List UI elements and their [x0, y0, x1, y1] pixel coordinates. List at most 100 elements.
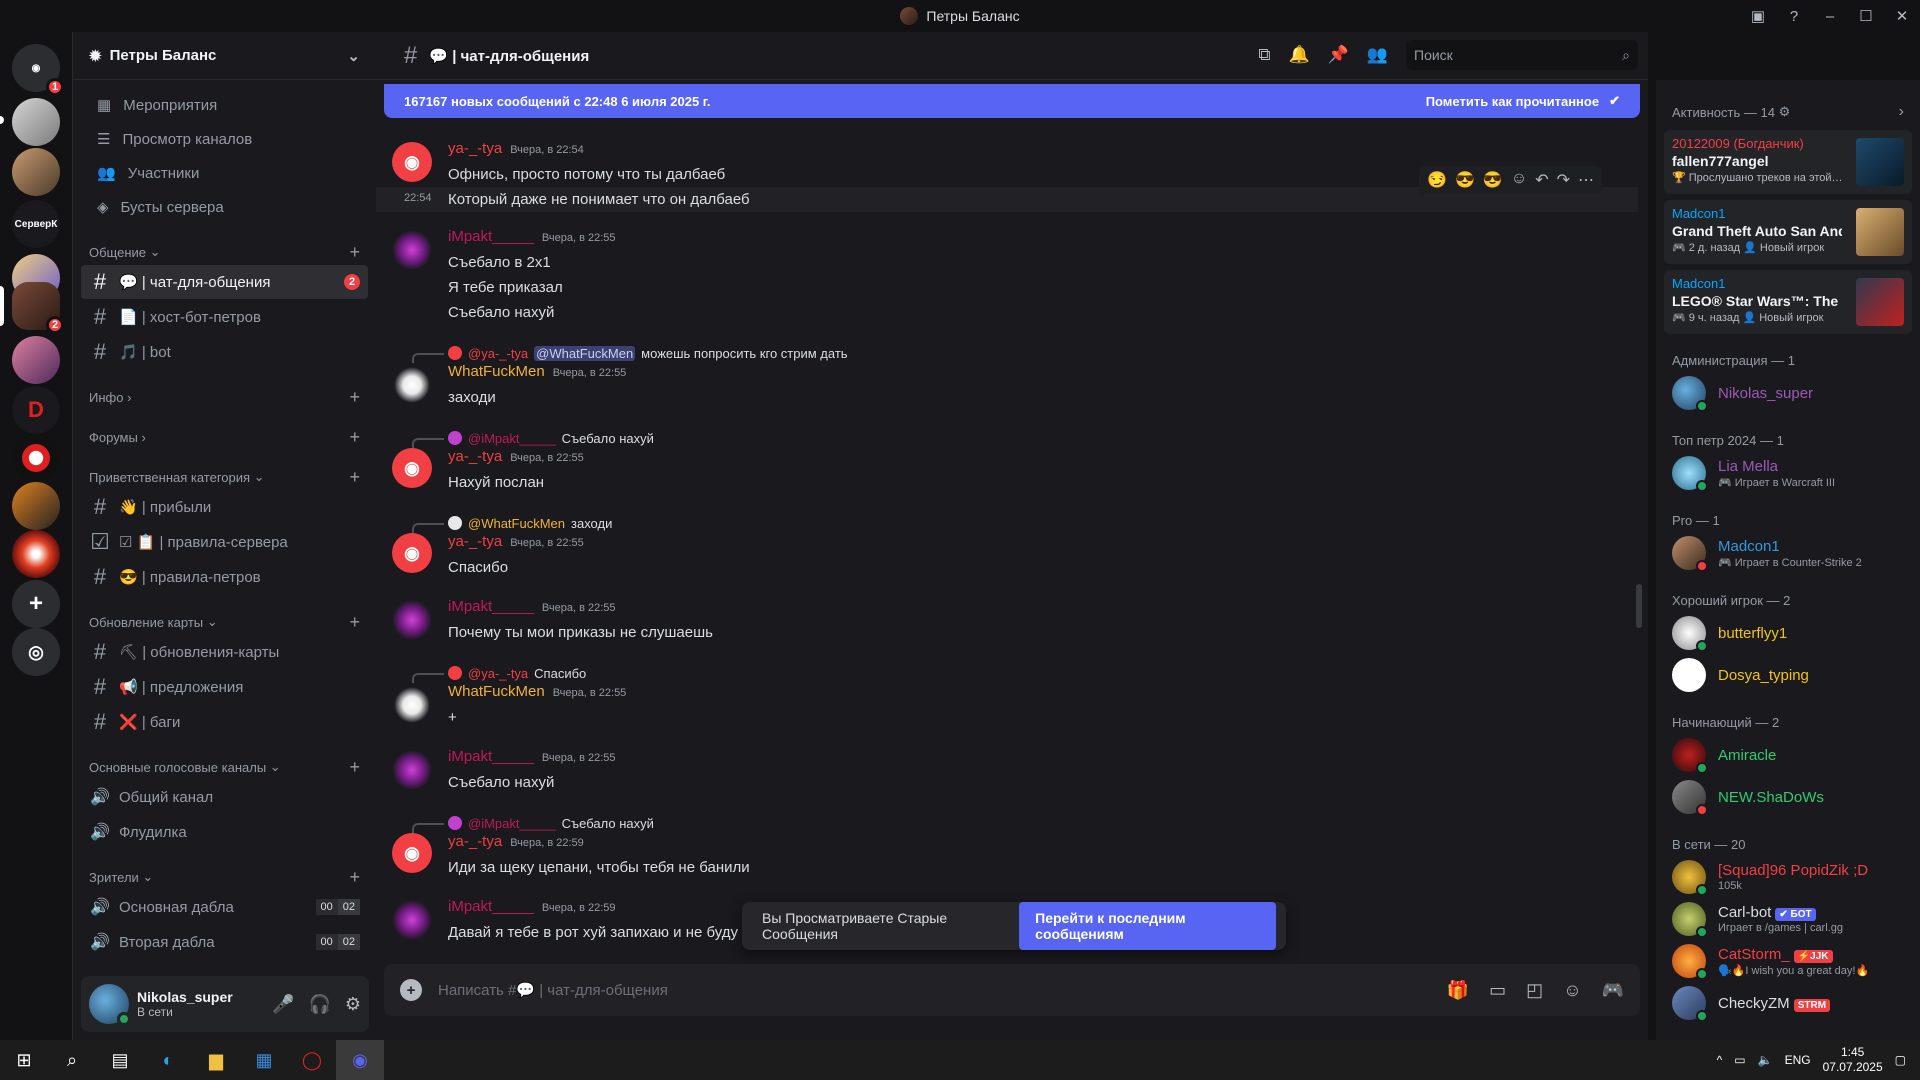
member-item[interactable]: CheckyZM STRM [1656, 982, 1920, 1024]
message-input[interactable]: Написать #💬 | чат-для-общения [438, 981, 668, 999]
voice-channel-main-double[interactable]: 🔊 Основная дабла 00 02 [81, 890, 368, 924]
message[interactable]: iMpakt_____ Вчера, в 22:55 Съебало в 2х1 … [376, 212, 1638, 325]
add-server-button[interactable]: + [12, 580, 60, 628]
member-item[interactable]: Madcon1 🎮 Играет в Counter-Strike 2 [1656, 532, 1920, 574]
server-icon-2[interactable] [12, 148, 60, 196]
gift-icon[interactable]: 🎁 [1447, 980, 1469, 1001]
message-author[interactable]: ya-_-tya [448, 833, 502, 850]
add-channel-icon[interactable]: + [349, 757, 360, 778]
add-channel-icon[interactable]: + [349, 467, 360, 488]
add-reaction-icon[interactable]: ☺ [1511, 170, 1527, 190]
opera-icon[interactable]: ◯ [288, 1040, 336, 1080]
channel-host-bot[interactable]: # 📄 | хост-бот-петров [81, 300, 368, 334]
edge-icon[interactable]: ◐ [144, 1040, 192, 1080]
avatar[interactable]: ◉ [392, 142, 432, 182]
channel-chat[interactable]: # 💬 | чат-для-общения 2 [81, 265, 368, 299]
avatar[interactable] [392, 230, 432, 270]
avatar[interactable]: ◉ [392, 533, 432, 573]
add-channel-icon[interactable]: + [349, 427, 360, 448]
server-icon-active[interactable]: 2 [12, 282, 64, 334]
message-author[interactable]: WhatFuckMen [448, 683, 545, 700]
avatar[interactable] [392, 363, 432, 403]
member-item[interactable]: [Squad]96 PopidZik ;D 105k [1656, 856, 1920, 898]
channel-bugs[interactable]: # ❌ | баги [81, 705, 368, 739]
emoji-reaction-3[interactable]: 😎 [1483, 170, 1503, 190]
discover-icon[interactable]: ◎ [12, 628, 60, 676]
server-icon-1[interactable] [12, 98, 60, 146]
avatar[interactable] [392, 600, 432, 640]
channel-map-updates[interactable]: # ⛏ | обновления-карты [81, 635, 368, 669]
channel-arrivals[interactable]: # 👋 | прибыли [81, 490, 368, 524]
add-channel-icon[interactable]: + [349, 387, 360, 408]
user-panel[interactable]: Nikolas_super В сети 🎤 🎧 ⚙ [81, 976, 369, 1032]
voice-channel-general[interactable]: 🔊 Общий канал [81, 780, 368, 814]
microphone-icon[interactable]: 🎤 [272, 994, 294, 1015]
message[interactable]: @ya-_-tya @WhatFuckMen можешь попросить кг… [376, 325, 1638, 410]
task-view-icon[interactable]: ▤ [96, 1040, 144, 1080]
activity-card[interactable]: 20122009 (Богданчик) fallen777angel 🏆 Пр… [1664, 130, 1912, 194]
channel-bot[interactable]: # 🎵 | bot [81, 335, 368, 369]
server-icon-6[interactable] [12, 434, 60, 482]
language-indicator[interactable]: ENG [1785, 1053, 1811, 1067]
windows-start-icon[interactable]: ⊞ [0, 1040, 48, 1080]
reply-reference[interactable]: @ya-_-tya @WhatFuckMen можешь попросить кг… [412, 343, 1618, 369]
clock[interactable]: 1:45 07.07.2025 [1823, 1045, 1883, 1075]
search-input[interactable]: Поиск ⌕ [1406, 40, 1638, 70]
reply-reference[interactable]: @ya-_-tya Спасибо [412, 663, 1618, 689]
activities-icon[interactable]: 🎮 [1602, 980, 1624, 1001]
notifications-icon[interactable]: ▢ [1895, 1053, 1906, 1067]
emoji-icon[interactable]: ☺ [1563, 980, 1581, 1001]
avatar[interactable]: ◉ [392, 448, 432, 488]
voice-channel-flood[interactable]: 🔊 Флудилка [81, 815, 368, 849]
close-button[interactable]: ✕ [1884, 7, 1920, 25]
search-icon[interactable]: ⌕ [48, 1040, 96, 1080]
avatar[interactable]: ◉ [392, 833, 432, 873]
message[interactable]: @WhatFuckMen заходи ◉ ya-_-tya Вчера, в 22… [376, 495, 1638, 580]
discord-taskbar-icon[interactable]: ◉ [336, 1040, 384, 1080]
reply-reference[interactable]: @WhatFuckMen заходи [412, 513, 1618, 539]
more-icon[interactable]: ⋯ [1578, 170, 1594, 190]
forward-icon[interactable]: ↷ [1557, 170, 1570, 190]
add-channel-icon[interactable]: + [349, 867, 360, 888]
add-channel-icon[interactable]: + [349, 612, 360, 633]
server-icon-serverk[interactable]: СерверК [12, 200, 60, 248]
emoji-reaction-1[interactable]: 😏 [1427, 170, 1447, 190]
reply-icon[interactable]: ↶ [1535, 170, 1548, 190]
jump-to-present-button[interactable]: Перейти к последним сообщениям [1019, 902, 1276, 950]
message-author[interactable]: iMpakt_____ [448, 228, 534, 245]
network-icon[interactable]: ▭ [1734, 1053, 1745, 1067]
mark-read-button[interactable]: Пометить как прочитанное [1426, 94, 1599, 109]
home-button[interactable]: ◉ 1 [12, 44, 64, 96]
bell-icon[interactable]: 🔔 [1288, 45, 1309, 65]
help-icon[interactable]: ? [1776, 8, 1812, 25]
channel-suggestions[interactable]: # 📢 | предложения [81, 670, 368, 704]
category-voice[interactable]: Основные голосовые каналы ⌄ + [73, 755, 376, 779]
tray-chevron-icon[interactable]: ^ [1717, 1053, 1723, 1067]
attach-icon[interactable]: + [400, 979, 422, 1001]
message-author[interactable]: ya-_-tya [448, 448, 502, 465]
voice-channel-second-double[interactable]: 🔊 Вторая дабла 00 02 [81, 925, 368, 959]
activity-header[interactable]: Активность — 14 ⚙ › [1656, 100, 1920, 124]
category-general[interactable]: Общение ⌄ + [73, 240, 376, 264]
scrollbar[interactable] [1636, 584, 1642, 628]
message[interactable]: @ya-_-tya Спасибо WhatFuckMen Вчера, в 22:… [376, 645, 1638, 730]
member-item[interactable]: Carl-bot ✔ БОТ Играет в /games | carl.gg [1656, 898, 1920, 940]
avatar[interactable] [89, 984, 131, 1026]
message-author[interactable]: ya-_-tya [448, 533, 502, 550]
member-item[interactable]: butterflyy1 [1656, 612, 1920, 654]
volume-icon[interactable]: 🔈 [1758, 1053, 1773, 1067]
avatar[interactable] [392, 900, 432, 940]
message-author[interactable]: iMpakt_____ [448, 748, 534, 765]
inbox-icon[interactable]: ▣ [1740, 7, 1776, 25]
chevron-right-icon[interactable]: › [1899, 103, 1904, 121]
member-item[interactable]: Dosya_typing [1656, 654, 1920, 696]
explorer-icon[interactable]: ▆ [192, 1040, 240, 1080]
activity-card[interactable]: Madcon1 LEGO® Star Wars™: The Sk… 🎮 9 ч.… [1664, 270, 1912, 334]
member-list-icon[interactable]: 👥 [1367, 45, 1388, 65]
add-channel-icon[interactable]: + [349, 242, 360, 263]
message-author[interactable]: iMpakt_____ [448, 598, 534, 615]
gear-icon[interactable]: ⚙ [345, 994, 361, 1015]
activity-card[interactable]: Madcon1 Grand Theft Auto San Andr… 🎮 2 д… [1664, 200, 1912, 264]
message-composer[interactable]: + Написать #💬 | чат-для-общения 🎁 ▭ ◰ ☺ … [384, 964, 1640, 1016]
message-author[interactable]: WhatFuckMen [448, 363, 545, 380]
